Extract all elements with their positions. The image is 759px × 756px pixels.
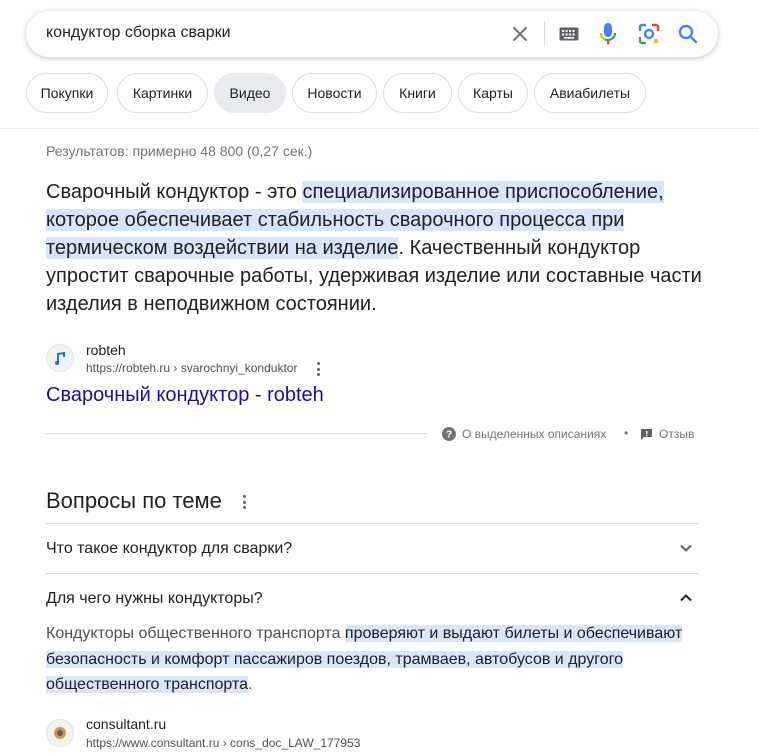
- results-count: Результатов: примерно 48 800 (0,27 сек.): [46, 143, 313, 159]
- search-bar: кондуктор сборка сварки: [26, 11, 718, 57]
- keyboard-icon[interactable]: [557, 22, 581, 46]
- header-divider: [0, 128, 759, 129]
- robteh-favicon-icon[interactable]: [46, 344, 74, 372]
- answer-source-url[interactable]: https://www.consultant.ru › cons_doc_LAW…: [86, 736, 360, 750]
- camera-lens-icon[interactable]: [637, 22, 661, 46]
- feedback-icon: [641, 428, 652, 440]
- snippet-divider: [46, 433, 428, 434]
- feedback-button[interactable]: Отзыв: [640, 426, 694, 442]
- search-icon[interactable]: [676, 22, 700, 46]
- about-featured-label: О выделенных описаниях: [462, 427, 607, 441]
- answer-text-start: Кондукторы общественного транспорта: [46, 625, 345, 642]
- chip-flights[interactable]: Авиабилеты: [534, 73, 646, 113]
- svg-text:?: ?: [446, 430, 452, 441]
- more-options-icon[interactable]: [316, 362, 320, 376]
- chip-shopping[interactable]: Покупки: [26, 73, 108, 113]
- feedback-label: Отзыв: [659, 427, 695, 441]
- paa-question[interactable]: Для чего нужны кондукторы?: [46, 590, 263, 608]
- about-featured-snippets[interactable]: ? О выделенных описаниях: [442, 426, 606, 442]
- consultant-favicon-icon[interactable]: [46, 719, 74, 747]
- answer-source-name[interactable]: consultant.ru: [86, 716, 166, 732]
- chip-maps[interactable]: Карты: [458, 73, 528, 113]
- paa-divider: [46, 523, 698, 524]
- chip-books[interactable]: Книги: [383, 73, 452, 113]
- snippet-text-start: Сварочный кондуктор - это: [46, 181, 303, 203]
- search-input[interactable]: кондуктор сборка сварки: [46, 24, 231, 42]
- help-icon: ?: [442, 427, 456, 441]
- close-icon[interactable]: [508, 22, 532, 46]
- source-url[interactable]: https://robteh.ru › svarochnyi_konduktor: [86, 361, 297, 375]
- footer-separator: •: [624, 426, 629, 440]
- paa-answer-text: Кондукторы общественного транспорта пров…: [46, 621, 706, 698]
- search-bar-divider: [544, 21, 545, 47]
- paa-divider: [46, 573, 698, 574]
- source-name[interactable]: robteh: [86, 342, 126, 358]
- microphone-icon[interactable]: [596, 22, 620, 46]
- chip-images[interactable]: Картинки: [117, 73, 208, 113]
- paa-more-options-icon[interactable]: [242, 495, 246, 509]
- answer-text-end: .: [248, 676, 253, 693]
- result-title-link[interactable]: Сварочный кондуктор - robteh: [46, 384, 324, 407]
- chevron-down-icon[interactable]: [679, 541, 693, 555]
- chip-video[interactable]: Видео: [214, 73, 286, 113]
- chip-news[interactable]: Новости: [292, 73, 377, 113]
- paa-title: Вопросы по теме: [46, 488, 222, 513]
- featured-snippet-text: Сварочный кондуктор - это специализирова…: [46, 178, 706, 318]
- paa-question[interactable]: Что такое кондуктор для сварки?: [46, 540, 292, 558]
- chevron-up-icon[interactable]: [679, 591, 693, 605]
